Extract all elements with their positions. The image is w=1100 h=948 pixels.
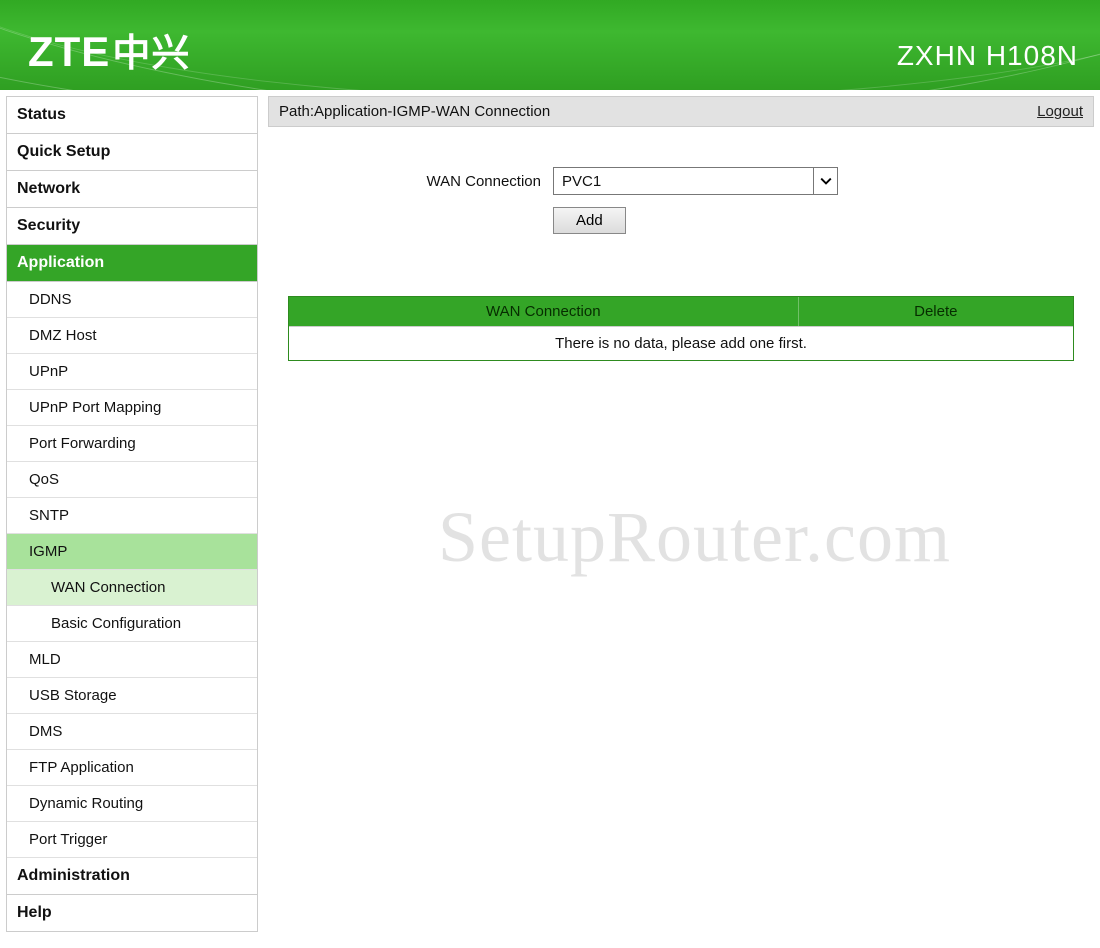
- nav-network[interactable]: Network: [7, 171, 257, 208]
- table-empty-message: There is no data, please add one first.: [289, 326, 1073, 360]
- nav-status[interactable]: Status: [7, 97, 257, 134]
- table-col-delete: Delete: [799, 297, 1073, 326]
- subnav-mld[interactable]: MLD: [7, 642, 257, 678]
- table-header: WAN Connection Delete: [289, 297, 1073, 326]
- subnav-upnp-port-mapping[interactable]: UPnP Port Mapping: [7, 390, 257, 426]
- subnav-port-trigger[interactable]: Port Trigger: [7, 822, 257, 858]
- nav-help[interactable]: Help: [7, 895, 257, 931]
- table-col-wan-connection: WAN Connection: [289, 297, 799, 326]
- brand-logo-en: ZTE: [28, 28, 110, 76]
- wan-connection-label: WAN Connection: [268, 173, 553, 190]
- chevron-down-icon: [813, 168, 837, 194]
- subnav-upnp[interactable]: UPnP: [7, 354, 257, 390]
- subnav-usb-storage[interactable]: USB Storage: [7, 678, 257, 714]
- device-model: ZXHN H108N: [897, 40, 1078, 72]
- nav-security[interactable]: Security: [7, 208, 257, 245]
- nav-application[interactable]: Application: [7, 245, 257, 282]
- subnav-dmz-host[interactable]: DMZ Host: [7, 318, 257, 354]
- form-area: WAN Connection PVC1 Add: [268, 127, 1094, 266]
- subnav-igmp[interactable]: IGMP: [7, 534, 257, 570]
- brand-logo: ZTE 中兴: [28, 22, 190, 77]
- wan-connection-value: PVC1: [554, 173, 813, 190]
- watermark: SetupRouter.com: [438, 496, 1100, 579]
- brand-logo-cn: 中兴: [112, 22, 190, 77]
- subnav-dms[interactable]: DMS: [7, 714, 257, 750]
- subnav-sntp[interactable]: SNTP: [7, 498, 257, 534]
- wan-connection-select[interactable]: PVC1: [553, 167, 838, 195]
- subnav-ddns[interactable]: DDNS: [7, 282, 257, 318]
- wan-connection-table: WAN Connection Delete There is no data, …: [288, 296, 1074, 361]
- add-button[interactable]: Add: [553, 207, 626, 234]
- breadcrumb-text: Path:Application-IGMP-WAN Connection: [279, 103, 550, 120]
- header-banner: ZTE 中兴 ZXHN H108N: [0, 0, 1100, 90]
- subnav-dynamic-routing[interactable]: Dynamic Routing: [7, 786, 257, 822]
- leaf-igmp-basic-configuration[interactable]: Basic Configuration: [7, 606, 257, 642]
- logout-link[interactable]: Logout: [1037, 103, 1083, 120]
- subnav-qos[interactable]: QoS: [7, 462, 257, 498]
- nav-administration[interactable]: Administration: [7, 858, 257, 895]
- leaf-igmp-wan-connection[interactable]: WAN Connection: [7, 570, 257, 606]
- nav-quick-setup[interactable]: Quick Setup: [7, 134, 257, 171]
- sidebar: Status Quick Setup Network Security Appl…: [6, 96, 258, 932]
- subnav-port-forwarding[interactable]: Port Forwarding: [7, 426, 257, 462]
- main-panel: Path:Application-IGMP-WAN Connection Log…: [268, 96, 1094, 926]
- subnav-ftp-application[interactable]: FTP Application: [7, 750, 257, 786]
- breadcrumb-bar: Path:Application-IGMP-WAN Connection Log…: [268, 96, 1094, 127]
